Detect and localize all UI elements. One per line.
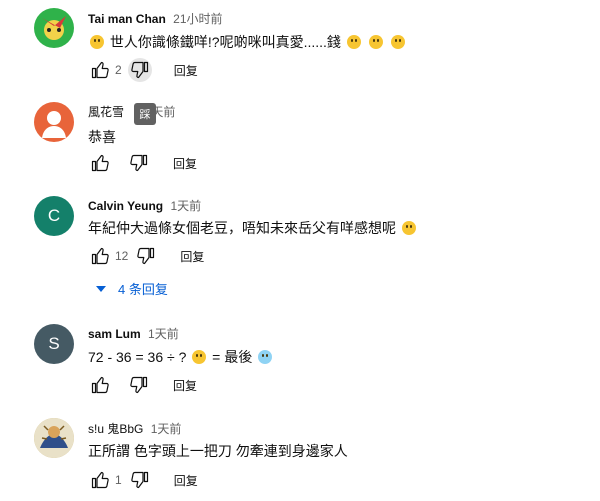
comment-meta: sam Lum 1天前 (88, 325, 179, 342)
thinking-emoji-icon (401, 221, 416, 235)
replies-label: 4 条回复 (118, 282, 168, 297)
comment-meta: Calvin Yeung 1天前 (88, 197, 201, 214)
comment-text-part: 72 - 36 = 36 (88, 349, 164, 365)
thumbs-down-icon[interactable] (127, 151, 151, 175)
timestamp[interactable]: 21小时前 (173, 12, 222, 26)
comment-actions: 2 回复 (88, 56, 198, 84)
avatar-letter: C (47, 206, 61, 225)
grin-emoji-icon (368, 35, 383, 49)
thumbs-down-icon[interactable] (128, 468, 152, 492)
comment-actions: 回复 (88, 371, 197, 399)
timestamp[interactable]: 1天前 (148, 327, 179, 341)
comment-meta: s!u 鬼BbG 1天前 (88, 420, 181, 437)
grin-emoji-icon (192, 350, 207, 364)
author-name[interactable]: Tai man Chan (88, 12, 166, 26)
avatar[interactable]: S (34, 324, 74, 364)
thumbs-down-icon[interactable] (127, 58, 152, 82)
comment-text-part: 正所謂 色字頭上一把刀 勿牽連到身邊家人 (88, 443, 348, 459)
avatar[interactable] (34, 102, 74, 142)
thumbs-down-icon[interactable] (134, 244, 158, 268)
reply-button[interactable]: 回复 (173, 155, 197, 172)
comment-text: 恭喜 (88, 127, 116, 147)
dislike-tooltip: 踩 (134, 103, 156, 125)
comment-meta: Tai man Chan 21小时前 (88, 10, 223, 27)
author-name[interactable]: Calvin Yeung (88, 199, 163, 213)
avatar[interactable] (34, 418, 74, 458)
comment-text-part: 年紀仲大過條女個老豆，唔知未來岳父有咩感想呢 (88, 220, 396, 236)
avatar[interactable] (34, 8, 74, 48)
comment-text-part: 恭喜 (88, 129, 116, 145)
comment-text: 世人你識條鐵咩!?呢啲咪叫真愛......錢 (88, 32, 407, 52)
comment-text-part: ÷ ? (167, 349, 187, 365)
comment-text: 72 - 36 = 36 ÷ ? = 最後 (88, 347, 274, 367)
comment-actions: 回复 (88, 149, 197, 177)
author-name[interactable]: sam Lum (88, 327, 141, 341)
like-count: 1 (115, 473, 122, 487)
thumbs-up-icon[interactable] (88, 58, 112, 82)
like-count: 2 (115, 63, 122, 77)
comment-actions: 12 回复 (88, 242, 204, 270)
comment-text: 年紀仲大過條女個老豆，唔知未來岳父有咩感想呢 (88, 218, 418, 238)
reply-button[interactable]: 回复 (174, 62, 198, 79)
grin-emoji-icon (346, 35, 361, 49)
comment-text-part: 世人你識條鐵咩!?呢啲咪叫真愛......錢 (109, 34, 341, 50)
view-replies-button[interactable]: 4 条回复 (96, 279, 168, 298)
comment-text: 正所謂 色字頭上一把刀 勿牽連到身邊家人 (88, 441, 348, 461)
grin-emoji-icon (90, 35, 104, 49)
thumbs-up-icon[interactable] (88, 151, 112, 175)
grin-emoji-icon (390, 35, 405, 49)
reply-button[interactable]: 回复 (174, 472, 198, 489)
reply-button[interactable]: 回复 (180, 248, 204, 265)
thumbs-up-icon[interactable] (88, 373, 112, 397)
timestamp[interactable]: 1天前 (170, 199, 201, 213)
author-name[interactable]: 風花雪 (88, 105, 124, 119)
reply-button[interactable]: 回复 (173, 377, 197, 394)
chevron-down-icon (96, 285, 106, 292)
thumbs-up-icon[interactable] (88, 244, 112, 268)
comment-meta: 風花雪 天前 (88, 103, 175, 120)
avatar[interactable]: C (34, 196, 74, 236)
cold-face-emoji-icon (258, 350, 273, 364)
timestamp[interactable]: 1天前 (151, 422, 182, 436)
author-name[interactable]: s!u 鬼BbG (88, 422, 143, 436)
comment-actions: 1 回复 (88, 466, 198, 494)
like-count: 12 (115, 249, 129, 263)
avatar-letter: S (48, 334, 60, 353)
thumbs-down-icon[interactable] (127, 373, 151, 397)
comment-text-part: = 最後 (212, 349, 253, 365)
thumbs-up-icon[interactable] (88, 468, 112, 492)
